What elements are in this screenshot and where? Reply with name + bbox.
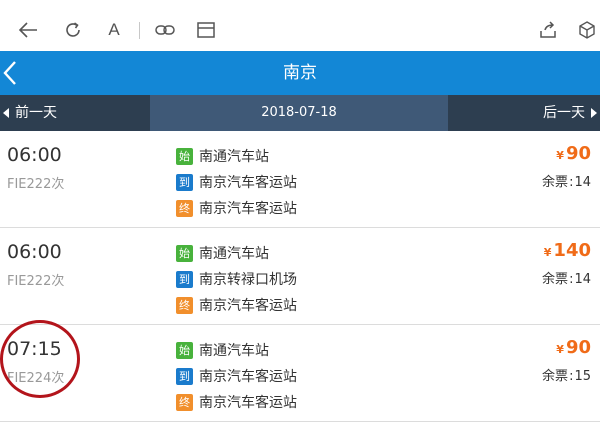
triangle-right-icon <box>591 108 597 118</box>
arrival-tag: 到 <box>176 173 193 191</box>
stop-name: 南京汽车客运站 <box>199 201 297 217</box>
chevron-left-icon[interactable] <box>2 59 24 87</box>
seats-count: 14 <box>574 272 591 287</box>
origin-tag: 始 <box>176 147 193 165</box>
terminal-tag: 终 <box>176 296 193 314</box>
font-icon[interactable]: A <box>103 19 125 41</box>
currency-symbol: ¥ <box>543 246 552 259</box>
ticket-price: ¥140 <box>544 240 591 261</box>
trip-code: FIE222次 <box>7 177 65 192</box>
seats-label: 余票 <box>542 175 569 190</box>
prev-day-button[interactable]: 前一天 <box>0 95 150 131</box>
stop-arrival: 到 南京汽车客运站 <box>176 363 297 389</box>
page-title: 南京 <box>283 63 317 83</box>
stop-name: 南京汽车客运站 <box>199 395 297 411</box>
ticket-price: ¥90 <box>556 143 591 164</box>
trip-code: FIE222次 <box>7 274 65 289</box>
price-amount: 90 <box>565 143 591 164</box>
share-icon[interactable] <box>537 19 559 41</box>
stop-list: 始 南通汽车站 到 南京汽车客运站 终 南京汽车客运站 <box>176 337 297 415</box>
stop-list: 始 南通汽车站 到 南京转禄口机场 终 南京汽车客运站 <box>176 240 297 318</box>
stop-list: 始 南通汽车站 到 南京汽车客运站 终 南京汽车客运站 <box>176 143 297 221</box>
ticket-price: ¥90 <box>556 337 591 358</box>
stop-arrival: 到 南京转禄口机场 <box>176 266 297 292</box>
stop-name: 南通汽车站 <box>199 343 269 359</box>
seats-remaining: 余票:14 <box>542 272 591 287</box>
date-navigation-bar: 前一天 2018-07-18 后一天 <box>0 95 600 131</box>
prev-day-label: 前一天 <box>15 105 57 121</box>
stop-name: 南京汽车客运站 <box>199 369 297 385</box>
browser-toolbar: A <box>0 0 600 51</box>
price-amount: 140 <box>553 240 591 261</box>
arrival-tag: 到 <box>176 367 193 385</box>
seats-remaining: 余票:15 <box>542 369 591 384</box>
trip-row[interactable]: 07:15 FIE224次 始 南通汽车站 到 南京汽车客运站 终 南京汽车客运… <box>0 325 600 422</box>
trip-code: FIE224次 <box>7 371 65 386</box>
stop-name: 南京汽车客运站 <box>199 175 297 191</box>
stop-terminal: 终 南京汽车客运站 <box>176 195 297 221</box>
stop-terminal: 终 南京汽车客运站 <box>176 389 297 415</box>
currency-symbol: ¥ <box>556 343 564 356</box>
next-day-button[interactable]: 后一天 <box>448 95 600 131</box>
triangle-left-icon <box>3 108 9 118</box>
trip-row[interactable]: 06:00 FIE222次 始 南通汽车站 到 南京汽车客运站 终 南京汽车客运… <box>0 131 600 228</box>
layout-icon[interactable] <box>195 19 217 41</box>
stop-origin: 始 南通汽车站 <box>176 240 297 266</box>
trip-list: 06:00 FIE222次 始 南通汽车站 到 南京汽车客运站 终 南京汽车客运… <box>0 131 600 422</box>
stop-origin: 始 南通汽车站 <box>176 337 297 363</box>
link-icon[interactable] <box>154 19 176 41</box>
seats-count: 14 <box>574 175 591 190</box>
stop-name: 南通汽车站 <box>199 149 269 165</box>
app-header: 南京 <box>0 51 600 95</box>
seats-label: 余票 <box>542 272 569 287</box>
refresh-icon[interactable] <box>62 19 84 41</box>
seats-label: 余票 <box>542 369 569 384</box>
arrival-tag: 到 <box>176 270 193 288</box>
departure-time: 06:00 <box>7 241 62 263</box>
stop-name: 南通汽车站 <box>199 246 269 262</box>
terminal-tag: 终 <box>176 199 193 217</box>
trip-row[interactable]: 06:00 FIE222次 始 南通汽车站 到 南京转禄口机场 终 南京汽车客运… <box>0 228 600 325</box>
origin-tag: 始 <box>176 244 193 262</box>
departure-time: 06:00 <box>7 144 62 166</box>
departure-time: 07:15 <box>7 338 62 360</box>
stop-origin: 始 南通汽车站 <box>176 143 297 169</box>
stop-terminal: 终 南京汽车客运站 <box>176 292 297 318</box>
seats-remaining: 余票:14 <box>542 175 591 190</box>
font-glyph: A <box>108 20 120 39</box>
stop-name: 南京汽车客运站 <box>199 298 297 314</box>
back-arrow-icon[interactable] <box>17 19 39 41</box>
price-amount: 90 <box>565 337 591 358</box>
stop-name: 南京转禄口机场 <box>199 272 297 288</box>
currency-symbol: ¥ <box>556 149 564 162</box>
next-day-label: 后一天 <box>543 105 585 121</box>
toolbar-divider <box>139 22 140 39</box>
cube-icon[interactable] <box>576 19 598 41</box>
current-date[interactable]: 2018-07-18 <box>150 95 448 131</box>
stop-arrival: 到 南京汽车客运站 <box>176 169 297 195</box>
origin-tag: 始 <box>176 341 193 359</box>
terminal-tag: 终 <box>176 393 193 411</box>
seats-count: 15 <box>574 369 591 384</box>
